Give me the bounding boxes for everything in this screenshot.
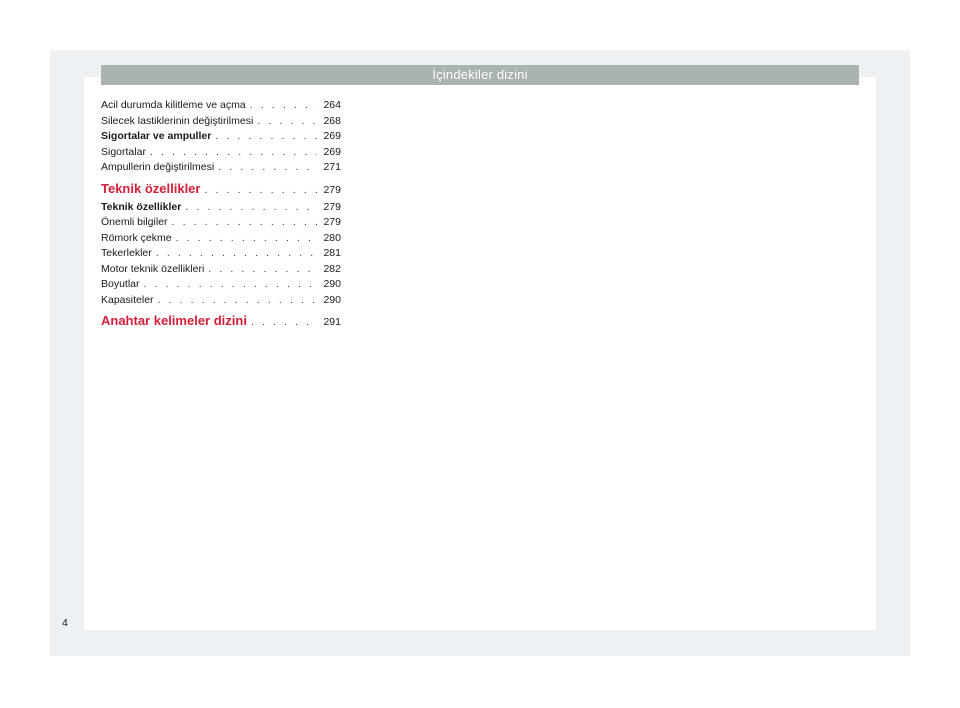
toc-entry-page: 290 xyxy=(323,278,341,290)
toc-entry-page: 279 xyxy=(323,183,341,196)
toc-section-label: Teknik özellikler xyxy=(101,180,201,196)
toc-entry-label: Ampullerin değiştirilmesi xyxy=(101,161,215,173)
toc-chapter-entry[interactable]: Sigortalar ve ampuller 269 xyxy=(101,129,341,145)
toc-entry-label: Acil durumda kilitleme ve açma xyxy=(101,99,246,111)
toc-leader-dots xyxy=(218,160,317,176)
toc-entry-page: 269 xyxy=(323,145,341,158)
toc-entry-page: 281 xyxy=(323,247,341,259)
page-number: 4 xyxy=(62,617,68,629)
toc-leader-dots xyxy=(250,98,317,114)
table-of-contents: Acil durumda kilitleme ve açma 264 Silece… xyxy=(101,98,341,332)
toc-leader-dots xyxy=(172,215,317,231)
toc-entry[interactable]: Kapasiteler 290 xyxy=(101,293,341,309)
toc-entry-label: Boyutlar xyxy=(101,278,140,290)
toc-leader-dots xyxy=(150,145,317,161)
toc-entry-label: Sigortalar xyxy=(101,145,146,158)
toc-entry[interactable]: Önemli bilgiler 279 xyxy=(101,215,341,231)
toc-leader-dots xyxy=(185,200,317,216)
page-header-bar: İçindekiler dizini xyxy=(101,65,859,85)
toc-entry-label: Tekerlekler xyxy=(101,247,152,259)
toc-leader-dots xyxy=(156,246,317,262)
toc-entry-label: Kapasiteler xyxy=(101,293,154,306)
toc-leader-dots xyxy=(257,114,317,130)
toc-entry-page: 269 xyxy=(323,130,341,142)
toc-entry[interactable]: Ampullerin değiştirilmesi 271 xyxy=(101,160,341,176)
toc-entry-page: 280 xyxy=(323,231,341,244)
toc-entry[interactable]: Sigortalar 269 xyxy=(101,145,341,161)
toc-entry-page: 279 xyxy=(323,216,341,228)
toc-entry-label: Önemli bilgiler xyxy=(101,216,168,228)
toc-section-heading[interactable]: Teknik özellikler 279 xyxy=(101,178,341,200)
toc-entry-page: 264 xyxy=(323,99,341,111)
toc-entry-label: Sigortalar ve ampuller xyxy=(101,130,212,142)
toc-entry-page: 271 xyxy=(323,161,341,173)
toc-entry[interactable]: Silecek lastiklerinin değiştirilmesi 268 xyxy=(101,114,341,130)
toc-section-heading[interactable]: Anahtar kelimeler dizini 291 xyxy=(101,310,341,332)
toc-section-label: Anahtar kelimeler dizini xyxy=(101,313,247,328)
toc-leader-dots xyxy=(208,262,317,278)
toc-entry[interactable]: Römork çekme 280 xyxy=(101,231,341,247)
toc-entry-label: Motor teknik özellikleri xyxy=(101,262,205,275)
toc-entry-label: Teknik özellikler xyxy=(101,200,182,213)
toc-entry[interactable]: Boyutlar 290 xyxy=(101,277,341,293)
toc-entry[interactable]: Acil durumda kilitleme ve açma 264 xyxy=(101,98,341,114)
toc-entry-label: Römork çekme xyxy=(101,231,172,244)
toc-entry-page: 291 xyxy=(323,316,341,328)
toc-leader-dots xyxy=(215,129,317,145)
toc-leader-dots xyxy=(176,231,317,247)
toc-entry-page: 279 xyxy=(323,200,341,213)
toc-entry[interactable]: Motor teknik özellikleri 282 xyxy=(101,262,341,278)
toc-entry-page: 290 xyxy=(323,293,341,306)
toc-entry[interactable]: Tekerlekler 281 xyxy=(101,246,341,262)
toc-entry-page: 268 xyxy=(323,114,341,127)
toc-entry-page: 282 xyxy=(323,262,341,275)
toc-leader-dots xyxy=(204,179,317,201)
toc-entry-label: Silecek lastiklerinin değiştirilmesi xyxy=(101,114,254,127)
toc-leader-dots xyxy=(144,277,317,293)
toc-leader-dots xyxy=(158,293,317,309)
toc-chapter-entry[interactable]: Teknik özellikler 279 xyxy=(101,200,341,216)
toc-leader-dots xyxy=(251,311,317,333)
header-title: İçindekiler dizini xyxy=(432,67,528,82)
